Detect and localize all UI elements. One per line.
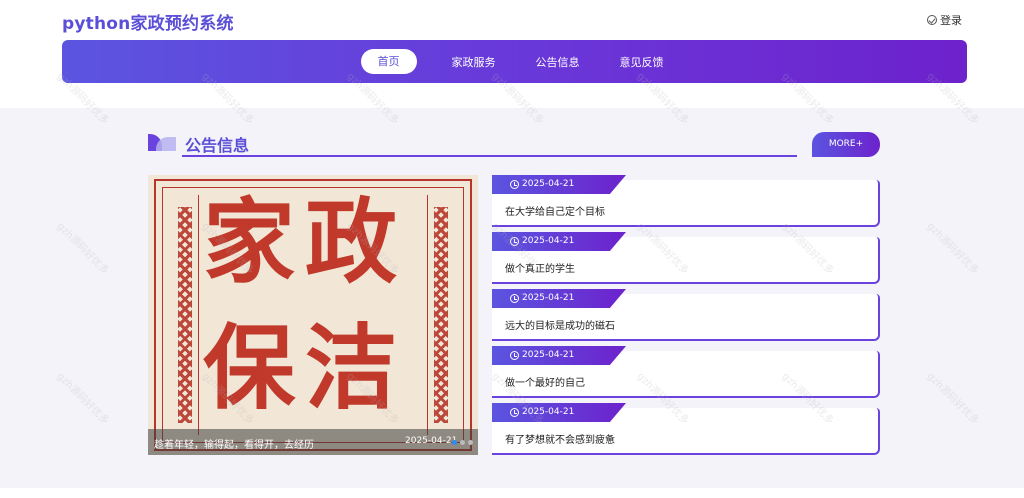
- news-date: 2025-04-21: [522, 179, 575, 189]
- news-item[interactable]: 2025-04-21 做个真正的学生: [492, 232, 880, 284]
- news-item[interactable]: 2025-04-21 在大学给自己定个目标: [492, 175, 880, 227]
- login-button[interactable]: 登录: [927, 12, 962, 28]
- clock-icon: [510, 236, 519, 246]
- news-item[interactable]: 2025-04-21 有了梦想就不会感到疲惫: [492, 403, 880, 455]
- news-date: 2025-04-21: [522, 236, 575, 246]
- clock-icon: [510, 350, 519, 360]
- news-date: 2025-04-21: [522, 407, 575, 417]
- check-circle-icon: [927, 15, 937, 25]
- section-divider: [182, 155, 797, 157]
- poster-border-pattern-right: [434, 207, 448, 423]
- carousel-dot-3[interactable]: [468, 440, 473, 445]
- news-date: 2025-04-21: [522, 350, 575, 360]
- nav-item-announcements[interactable]: 公告信息: [525, 48, 591, 76]
- poster-text-line2: 保洁: [203, 315, 408, 422]
- news-date: 2025-04-21: [522, 293, 575, 303]
- news-title: 有了梦想就不会感到疲惫: [505, 435, 615, 446]
- site-logo[interactable]: python家政预约系统: [62, 9, 234, 34]
- news-title: 做个真正的学生: [505, 264, 575, 275]
- carousel-caption-text: 趁着年轻，输得起，看得开，去经历: [154, 440, 314, 451]
- clock-icon: [510, 293, 519, 303]
- nav-bar: 首页 家政服务 公告信息 意见反馈: [62, 40, 967, 83]
- nav-item-services[interactable]: 家政服务: [441, 48, 507, 76]
- carousel-slide[interactable]: 家政 保洁 趁着年轻，输得起，看得开，去经历 2025-04-21: [148, 175, 478, 455]
- carousel-caption-date: 2025-04-21: [405, 436, 458, 446]
- header: python家政预约系统 登录 首页 家政服务 公告信息 意见反馈: [0, 0, 1024, 108]
- carousel-dot-2[interactable]: [460, 440, 465, 445]
- section-title: 公告信息: [185, 136, 250, 155]
- poster-text-line1: 家政: [203, 189, 408, 296]
- more-button[interactable]: MORE+: [812, 132, 880, 157]
- news-title: 在大学给自己定个目标: [505, 207, 605, 218]
- section-icon: [148, 134, 176, 151]
- news-item[interactable]: 2025-04-21 远大的目标是成功的磁石: [492, 289, 880, 341]
- login-label: 登录: [940, 14, 962, 27]
- carousel-caption: 趁着年轻，输得起，看得开，去经历 2025-04-21: [148, 429, 478, 455]
- clock-icon: [510, 179, 519, 189]
- news-title: 做一个最好的自己: [505, 378, 585, 389]
- news-item[interactable]: 2025-04-21 做一个最好的自己: [492, 346, 880, 398]
- poster-border-pattern-left: [178, 207, 192, 423]
- carousel-dot-1[interactable]: [452, 440, 457, 445]
- news-list: 2025-04-21 在大学给自己定个目标 2025-04-21 做个真正的学生…: [492, 175, 880, 460]
- news-title: 远大的目标是成功的磁石: [505, 321, 615, 332]
- nav-item-home[interactable]: 首页: [360, 49, 417, 74]
- nav-item-feedback[interactable]: 意见反馈: [609, 48, 675, 76]
- clock-icon: [510, 407, 519, 417]
- carousel-indicators: [452, 440, 473, 445]
